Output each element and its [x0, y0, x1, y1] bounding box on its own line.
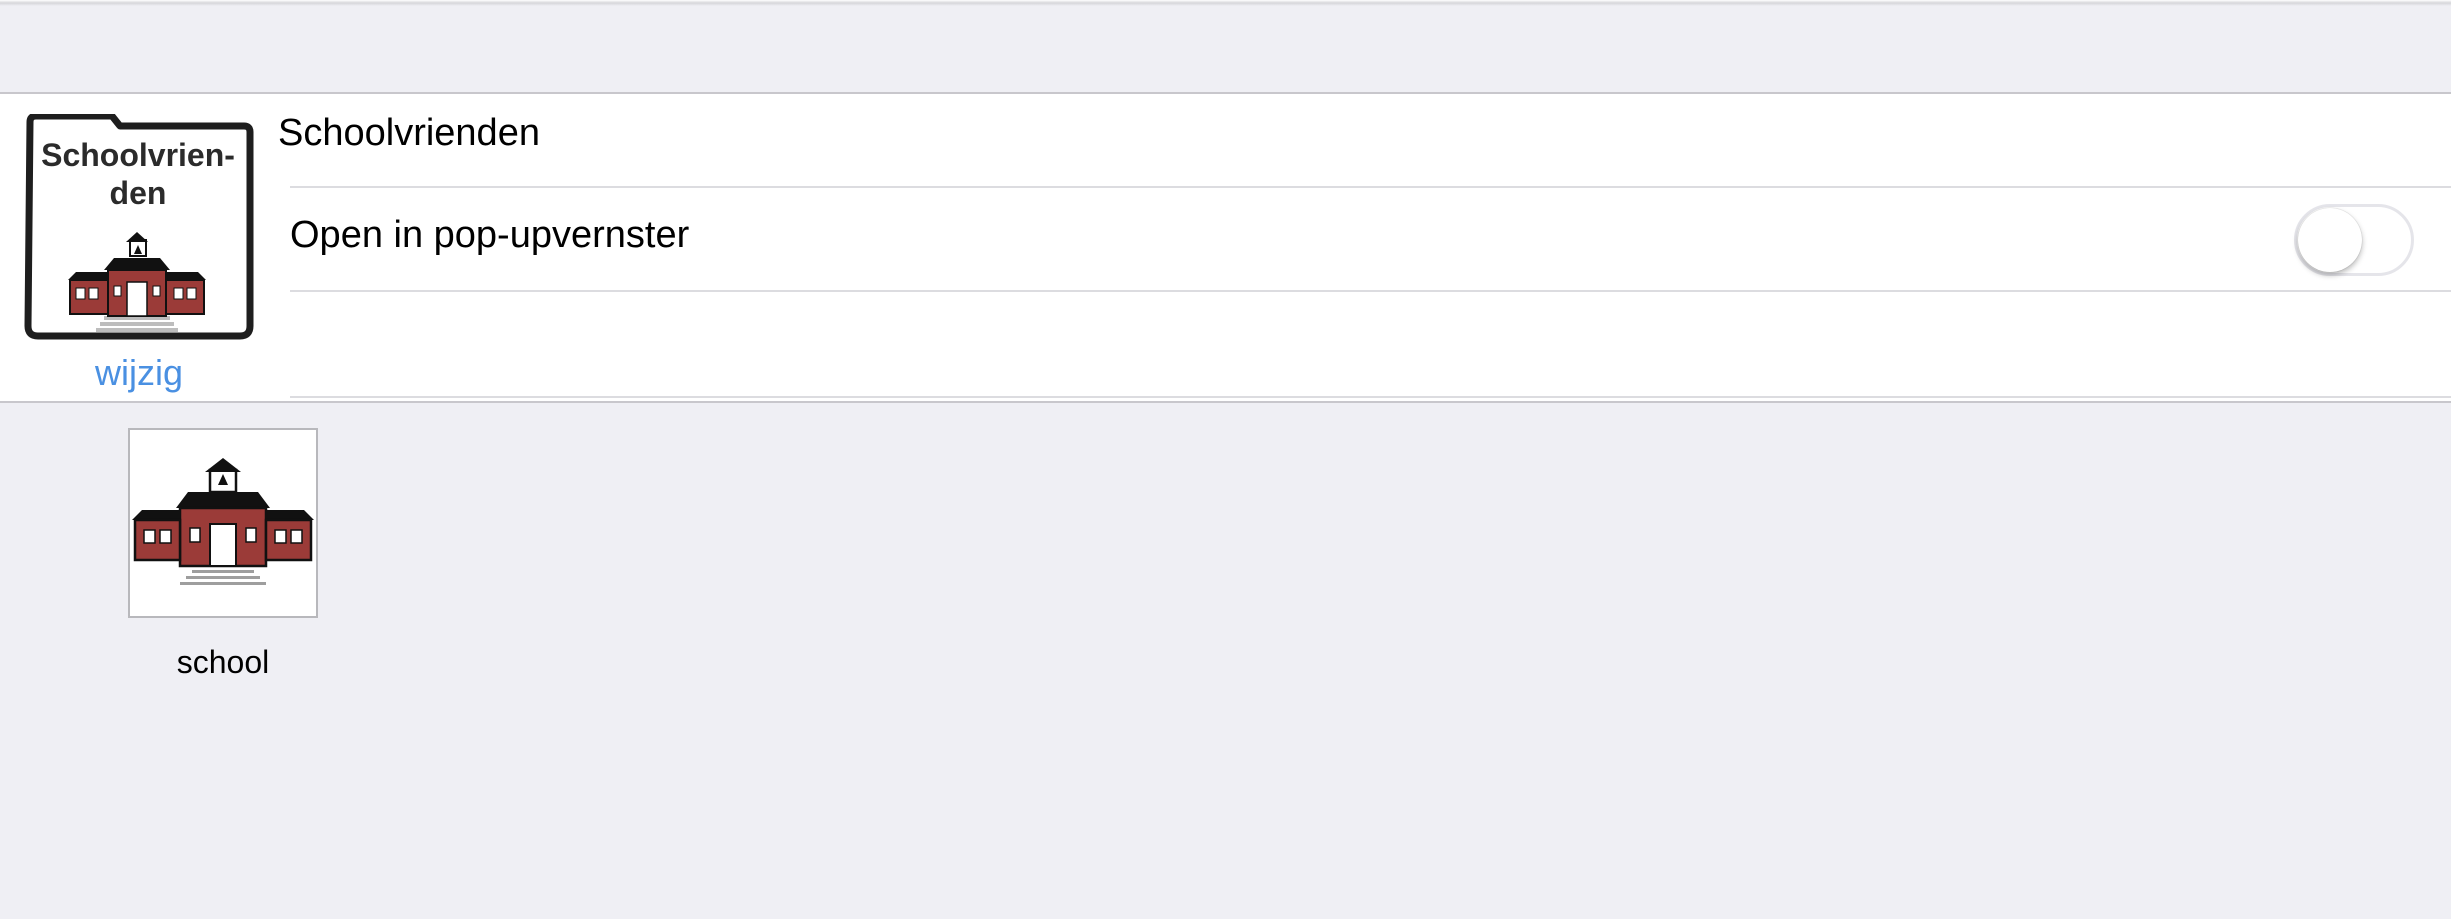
divider [290, 396, 2451, 398]
school-building-icon [132, 458, 314, 585]
item-tile-school[interactable] [128, 428, 318, 618]
divider [290, 290, 2451, 292]
item-label: school [176, 644, 270, 680]
folder-name-field[interactable]: Schoolvrienden [278, 112, 540, 155]
popup-toggle[interactable] [2294, 204, 2414, 276]
school-building-icon [64, 232, 210, 332]
top-spacer [0, 6, 2451, 94]
popup-setting-label: Open in pop-upvernster [290, 214, 690, 256]
toggle-knob [2298, 208, 2362, 272]
edit-folder-link[interactable]: wijzig [24, 352, 254, 394]
folder-header: Schoolvrien- den wijzig Schoolvrienden O… [0, 94, 2451, 403]
divider [290, 186, 2451, 188]
folder-icon-title: Schoolvrien- den [41, 137, 235, 211]
